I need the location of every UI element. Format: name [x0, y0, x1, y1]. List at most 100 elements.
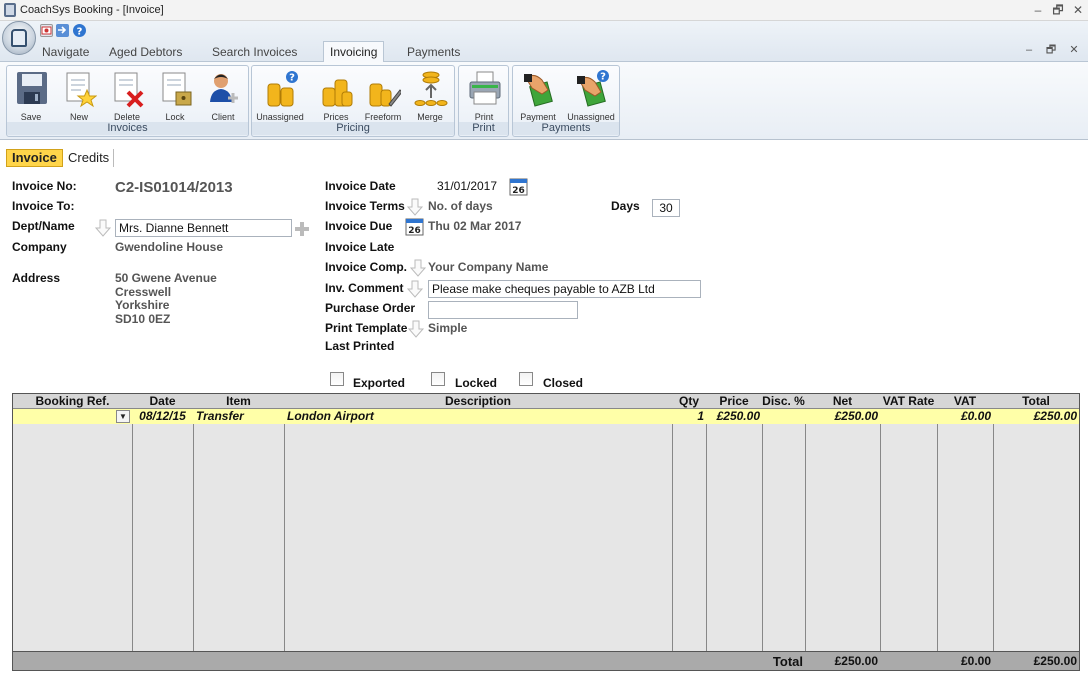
col-header-vat[interactable]: VAT [937, 394, 993, 409]
window-title: CoachSys Booking - [Invoice] [20, 4, 164, 16]
subtab-invoice[interactable]: Invoice [6, 149, 63, 167]
cell-vat-rate[interactable] [880, 409, 937, 424]
invoice-no-value: C2-IS01014/2013 [115, 179, 233, 196]
close-button[interactable]: ✕ [1070, 2, 1086, 18]
tab-aged-debtors[interactable]: Aged Debtors [103, 42, 188, 62]
payment-button[interactable]: Payment [516, 68, 560, 122]
purchase-order-label: Purchase Order [325, 301, 416, 315]
down-arrow-icon[interactable] [95, 219, 111, 237]
cell-net[interactable]: £250.00 [805, 409, 880, 424]
cell-total[interactable]: £250.00 [993, 409, 1079, 424]
cell-vat[interactable]: £0.00 [937, 409, 993, 424]
lock-button[interactable]: Lock [153, 68, 197, 122]
delete-button[interactable]: Delete [105, 68, 149, 122]
company-value: Gwendoline House [115, 240, 224, 254]
floppy-disk-icon [17, 72, 47, 104]
unassigned-payment-button[interactable]: ? Unassigned [567, 68, 615, 122]
tab-payments[interactable]: Payments [401, 42, 466, 62]
col-header-qty[interactable]: Qty [672, 394, 706, 409]
tab-navigate[interactable]: Navigate [36, 42, 95, 62]
dept-name-field[interactable]: Mrs. Dianne Bennett [115, 219, 292, 237]
ribbon-tab-row: ? ‒ 🗗 ✕ Navigate Aged Debtors Search Inv… [0, 21, 1088, 63]
client-user-icon [210, 74, 238, 103]
col-header-price[interactable]: Price [706, 394, 762, 409]
restore-button[interactable]: 🗗 [1050, 2, 1066, 18]
days-label: Days [611, 199, 640, 213]
address-label: Address [12, 271, 61, 285]
col-header-net[interactable]: Net [805, 394, 880, 409]
cell-booking-ref[interactable] [13, 409, 132, 424]
col-divider [880, 394, 881, 652]
cell-qty[interactable]: 1 [672, 409, 706, 424]
table-row[interactable]: ▼ 08/12/15 Transfer London Airport 1 £25… [13, 409, 1079, 424]
mdi-minimize-button[interactable]: ‒ [1021, 43, 1037, 57]
invoice-terms-value: No. of days [428, 199, 493, 213]
save-button[interactable]: Save [9, 68, 53, 122]
footer-total-label: Total [772, 654, 803, 669]
minimize-button[interactable]: ‒ [1030, 2, 1046, 18]
print-button[interactable]: Print [462, 68, 506, 122]
merge-button[interactable]: Merge [408, 68, 452, 122]
group-pricing: ? Unassigned Prices Freeform Merge Prici… [251, 65, 455, 137]
prices-button[interactable]: Prices [314, 68, 358, 122]
group-print: Print Print [458, 65, 509, 137]
address-line-2: Cresswell [115, 285, 172, 299]
add-contact-icon[interactable] [293, 220, 311, 238]
days-field[interactable]: 30 [652, 199, 680, 217]
qat-export-icon[interactable] [56, 24, 69, 37]
inv-comment-field[interactable]: Please make cheques payable to AZB Ltd [428, 280, 701, 298]
col-header-item[interactable]: Item [193, 394, 284, 409]
unassigned-pricing-button[interactable]: ? Unassigned [256, 68, 304, 122]
col-header-disc[interactable]: Disc. % [762, 394, 805, 409]
col-header-date[interactable]: Date [132, 394, 193, 409]
col-header-vat-rate[interactable]: VAT Rate [880, 394, 937, 409]
address-line-4: SD10 0EZ [115, 312, 171, 326]
invoice-late-label: Invoice Late [325, 240, 395, 254]
tab-search-invoices[interactable]: Search Invoices [206, 42, 303, 62]
col-header-booking-ref[interactable]: Booking Ref. [13, 394, 132, 409]
footer-total: £250.00 [1033, 654, 1077, 668]
cell-disc[interactable] [762, 409, 805, 424]
down-arrow-icon[interactable] [407, 280, 423, 298]
cell-item[interactable]: Transfer [196, 409, 284, 424]
cell-date[interactable]: 08/12/15 [132, 409, 193, 424]
tab-invoicing[interactable]: Invoicing [323, 41, 385, 63]
calendar-icon[interactable]: 26 [405, 217, 425, 237]
down-arrow-icon[interactable] [408, 320, 424, 338]
purchase-order-field[interactable] [428, 301, 578, 319]
invoice-to-label: Invoice To: [12, 199, 75, 213]
last-printed-label: Last Printed [325, 339, 395, 353]
coins-icon [322, 79, 353, 107]
invoice-terms-label: Invoice Terms [325, 199, 405, 213]
svg-text:?: ? [289, 73, 295, 84]
calendar-icon[interactable]: 26 [509, 177, 529, 197]
closed-checkbox[interactable] [519, 372, 533, 386]
mdi-restore-button[interactable]: 🗗 [1043, 43, 1059, 57]
col-header-description[interactable]: Description [284, 394, 672, 409]
qat-flag-icon[interactable] [40, 24, 53, 37]
chevron-down-icon[interactable]: ▼ [116, 410, 130, 423]
cell-description[interactable]: London Airport [287, 409, 672, 424]
subtab-credits[interactable]: Credits [68, 149, 115, 167]
client-button[interactable]: Client [201, 68, 245, 122]
new-button[interactable]: New [57, 68, 101, 122]
group-payments-label: Payments [513, 122, 619, 135]
footer-vat: £0.00 [960, 654, 991, 668]
hand-money-question-icon: ? [577, 70, 609, 107]
application-menu-button[interactable] [2, 21, 36, 55]
new-document-icon [66, 72, 97, 108]
col-divider [762, 394, 763, 652]
down-arrow-icon[interactable] [407, 198, 423, 216]
mdi-close-button[interactable]: ✕ [1066, 43, 1082, 57]
col-header-total[interactable]: Total [993, 394, 1079, 409]
invoice-date-field[interactable]: 31/01/2017 [428, 178, 506, 196]
footer-net: £250.00 [834, 654, 878, 668]
cell-price[interactable]: £250.00 [706, 409, 762, 424]
down-arrow-icon[interactable] [410, 259, 426, 277]
locked-checkbox[interactable] [431, 372, 445, 386]
col-divider [993, 394, 994, 652]
locked-label: Locked [455, 376, 498, 390]
freeform-button[interactable]: Freeform [361, 68, 405, 122]
exported-checkbox[interactable] [330, 372, 344, 386]
qat-help-icon[interactable]: ? [73, 24, 86, 38]
